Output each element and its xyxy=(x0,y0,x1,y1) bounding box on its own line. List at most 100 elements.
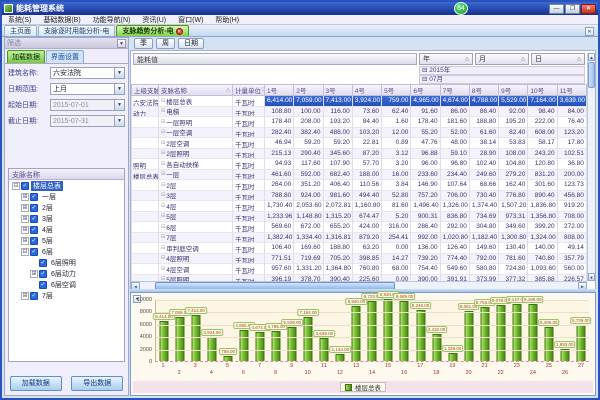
cell-value[interactable]: 730.40 xyxy=(470,191,499,202)
cell-value[interactable]: 1,507.20 xyxy=(499,201,528,212)
cell-branch-name[interactable]: ⊟6层 xyxy=(159,222,233,233)
cell-value[interactable]: 215.13 xyxy=(265,149,294,160)
cell-value[interactable]: 106.40 xyxy=(265,243,294,254)
cell-value[interactable]: 290.40 xyxy=(294,149,323,160)
cell-value[interactable]: 345.60 xyxy=(324,149,353,160)
cell-value[interactable]: 59.20 xyxy=(294,138,323,149)
cell-value[interactable]: 1,300.80 xyxy=(499,233,528,244)
cell-value[interactable]: 771.51 xyxy=(265,254,294,265)
cell-value[interactable]: 52.00 xyxy=(441,128,470,139)
cell-value[interactable]: 188.80 xyxy=(324,243,353,254)
column-header[interactable]: 上级支脉△ xyxy=(131,84,159,96)
scroll-down-icon[interactable]: ▼ xyxy=(588,273,595,281)
cell-value[interactable]: 58.17 xyxy=(528,138,557,149)
tree-item-label[interactable]: 6层动力 xyxy=(49,269,78,279)
vertical-scroll-thumb[interactable] xyxy=(588,62,595,88)
cell-value[interactable]: 146.90 xyxy=(411,180,440,191)
collapse-icon[interactable]: ⊟ xyxy=(161,203,165,209)
tree-item-label[interactable]: 一层 xyxy=(40,192,58,202)
chart-bar[interactable] xyxy=(240,330,249,361)
cell-value[interactable]: 1,233.96 xyxy=(265,212,294,223)
cell-value[interactable]: 792.00 xyxy=(470,254,499,265)
cell-parent[interactable] xyxy=(131,128,159,139)
sidebar-collapse-icon[interactable]: ▼ xyxy=(117,39,126,48)
cell-value[interactable]: 28.90 xyxy=(470,149,499,160)
cell-value[interactable]: 1,324.00 xyxy=(528,233,557,244)
cell-value[interactable]: 4,788.00 xyxy=(470,96,499,107)
dimension-field-button[interactable]: 年△ xyxy=(419,53,473,65)
cell-value[interactable]: 569.60 xyxy=(265,222,294,233)
cell-branch-name[interactable]: ⊟审判庭空调 xyxy=(159,243,233,254)
day-column-header[interactable]: 5号 xyxy=(382,84,411,96)
cell-value[interactable]: 84.40 xyxy=(353,117,382,128)
tree-item[interactable]: ⊞✓5层 xyxy=(9,235,124,246)
cell-value[interactable]: 96.80 xyxy=(441,159,470,170)
checkbox-checked-icon[interactable]: ✓ xyxy=(30,193,38,201)
cell-value[interactable]: 130.40 xyxy=(499,243,528,254)
cell-branch-name[interactable]: ⊟3层 xyxy=(159,191,233,202)
cell-value[interactable]: 957.60 xyxy=(265,264,294,275)
day-column-header[interactable]: 7号 xyxy=(441,84,470,96)
tree-item-label[interactable]: 楼层总表 xyxy=(31,181,63,191)
day-column-header[interactable]: 2号 xyxy=(294,84,323,96)
cell-value[interactable]: 739.20 xyxy=(411,254,440,265)
cell-value[interactable]: 3.84 xyxy=(382,180,411,191)
cell-value[interactable]: 92.00 xyxy=(499,107,528,118)
collapse-icon[interactable]: ⊟ xyxy=(161,245,165,251)
cell-value[interactable]: 924.00 xyxy=(294,191,323,202)
cell-parent[interactable] xyxy=(131,191,159,202)
cell-value[interactable]: 2,072.81 xyxy=(324,201,353,212)
cell-value[interactable]: 1,334.40 xyxy=(294,233,323,244)
cell-value[interactable]: 222.00 xyxy=(528,117,557,128)
cell-value[interactable]: 104.80 xyxy=(499,159,528,170)
chevron-down-icon[interactable]: ▼ xyxy=(114,68,124,78)
cell-value[interactable]: 655.20 xyxy=(324,222,353,233)
cell-unit[interactable]: 千瓦时 xyxy=(233,138,265,149)
tab-item[interactable]: 支脉逐时用能分析-电 xyxy=(38,25,115,36)
collapse-icon[interactable]: ⊟ xyxy=(161,224,165,230)
cell-parent[interactable] xyxy=(131,201,159,212)
cell-parent[interactable] xyxy=(131,149,159,160)
cell-unit[interactable]: 千瓦时 xyxy=(233,117,265,128)
tree-item-label[interactable]: 6层空调 xyxy=(49,280,78,290)
dimension-field-button[interactable]: 月△ xyxy=(475,53,529,65)
cell-value[interactable]: 243.20 xyxy=(528,149,557,160)
cell-value[interactable]: 808.00 xyxy=(558,233,587,244)
tab-active[interactable]: 支脉趋势分析-电✕ xyxy=(116,25,188,36)
cell-value[interactable]: 292.00 xyxy=(441,222,470,233)
cell-value[interactable]: 304.80 xyxy=(470,222,499,233)
chart-bar[interactable] xyxy=(448,353,457,361)
cell-value[interactable]: 7,164.00 xyxy=(528,96,557,107)
collapse-icon[interactable]: ⊟ xyxy=(161,266,165,272)
group-row-month[interactable]: ⊟ 07月 xyxy=(419,75,585,84)
checkbox-checked-icon[interactable]: ✓ xyxy=(21,182,29,190)
chart-bar[interactable] xyxy=(160,321,169,361)
cell-value[interactable]: 68.00 xyxy=(382,264,411,275)
cell-parent[interactable] xyxy=(131,138,159,149)
tree-item[interactable]: ⊞✓3层 xyxy=(9,213,124,224)
cell-value[interactable]: 136.00 xyxy=(411,243,440,254)
cell-value[interactable]: 1,730.40 xyxy=(265,201,294,212)
expand-icon[interactable]: ⊞ xyxy=(30,270,38,278)
cell-parent[interactable] xyxy=(131,180,159,191)
cell-value[interactable]: 116.00 xyxy=(324,107,353,118)
chart-bar[interactable] xyxy=(544,327,553,361)
chart-bar[interactable] xyxy=(464,311,473,361)
column-header[interactable]: 支脉名称△ xyxy=(159,84,233,96)
cell-value[interactable]: 178.40 xyxy=(411,117,440,128)
cell-value[interactable]: 110.56 xyxy=(353,180,382,191)
cell-value[interactable]: 759.00 xyxy=(382,96,411,107)
cell-branch-name[interactable]: ⊟2层空调 xyxy=(159,138,233,149)
tree-item[interactable]: ⊞✓一层 xyxy=(9,191,124,202)
chevron-down-icon[interactable]: ▼ xyxy=(114,84,124,94)
cell-value[interactable]: 68.66 xyxy=(470,180,499,191)
cell-value[interactable]: 86.40 xyxy=(470,107,499,118)
cell-value[interactable]: 1,364.80 xyxy=(324,264,353,275)
column-header[interactable]: 计量单位▽ xyxy=(233,84,265,96)
cell-value[interactable]: 705.20 xyxy=(324,254,353,265)
cell-branch-name[interactable]: ⊟2层 xyxy=(159,180,233,191)
cell-value[interactable]: 126.40 xyxy=(441,243,470,254)
collapse-icon[interactable]: ⊟ xyxy=(161,192,165,198)
cell-value[interactable]: 249.60 xyxy=(470,170,499,181)
cell-value[interactable]: 59.10 xyxy=(441,149,470,160)
